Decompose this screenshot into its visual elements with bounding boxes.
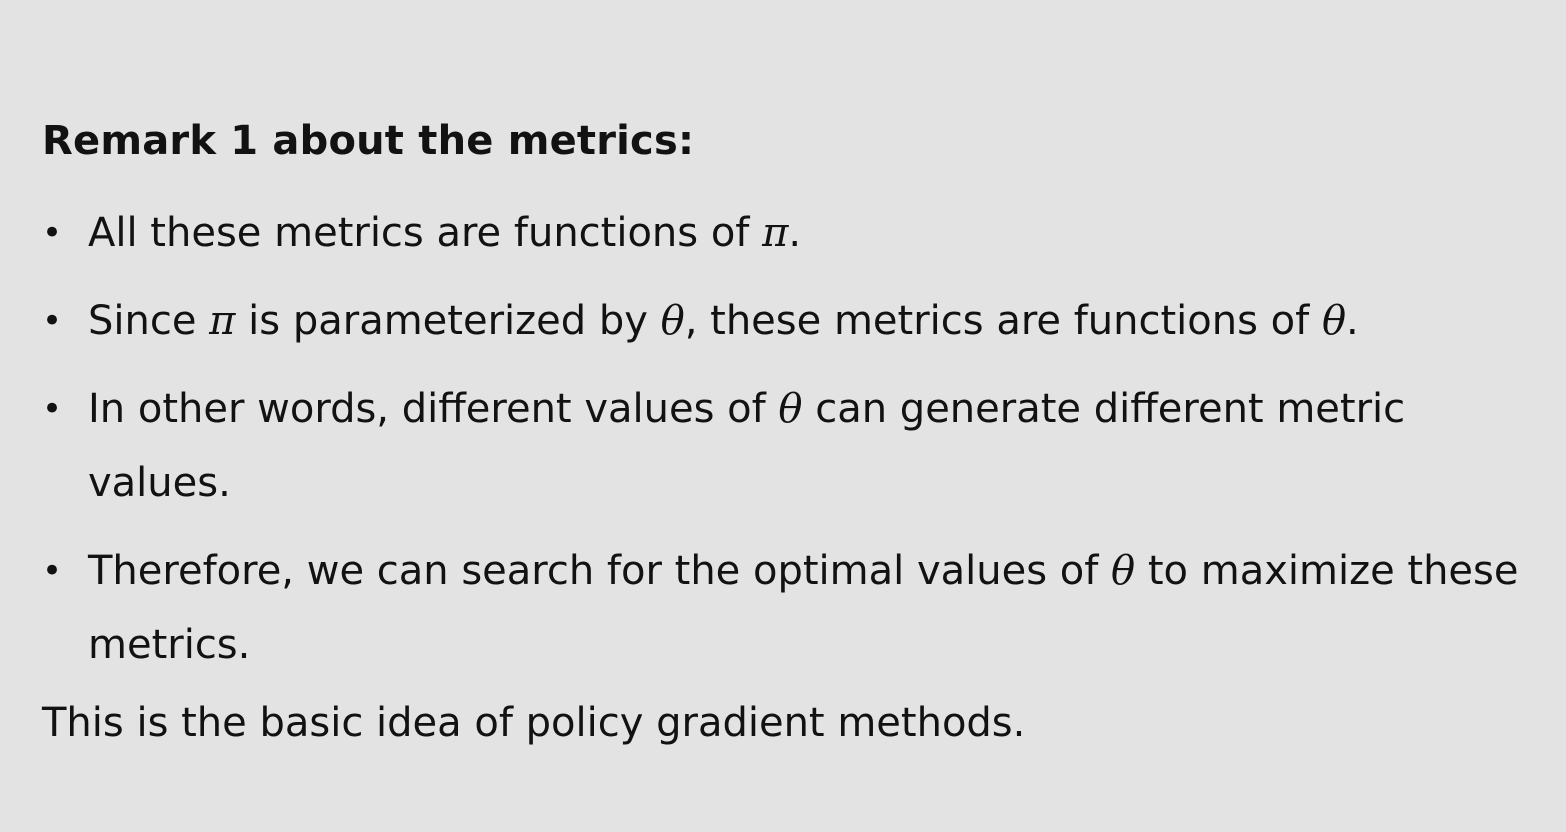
bullet-item: • In other words, different values of θ … <box>42 372 1522 520</box>
bullet-item: • All these metrics are functions of π. <box>42 196 1522 270</box>
closing-statement: This is the basic idea of policy gradien… <box>42 700 1026 746</box>
bullet-text-segment: All these metrics are functions of <box>88 210 763 256</box>
bullet-dot-icon: • <box>42 213 63 253</box>
bullet-text-segment: Since <box>88 298 210 344</box>
bullet-item: • Since π is parameterized by θ, these m… <box>42 284 1522 358</box>
math-symbol-theta: θ <box>660 298 685 344</box>
bullet-text-segment: . <box>1346 298 1359 344</box>
bullet-text-segment: is parameterized by <box>235 298 661 344</box>
math-symbol-theta: θ <box>1321 298 1347 344</box>
remark-heading: Remark 1 about the metrics: <box>42 118 695 164</box>
bullet-text-segment: . <box>788 210 802 256</box>
slide: Remark 1 about the metrics: • All these … <box>0 0 1566 832</box>
bullet-text: Since π is parameterized by θ, these met… <box>88 284 1522 358</box>
math-symbol-pi: π <box>762 210 789 256</box>
bullet-dot-icon: • <box>42 389 63 429</box>
bullet-text-segment: In other words, different values of <box>88 386 779 432</box>
math-symbol-theta: θ <box>778 386 803 432</box>
bullet-text: In other words, different values of θ ca… <box>88 372 1522 520</box>
bullet-dot-icon: • <box>42 551 63 591</box>
bullet-text-segment: Therefore, we can search for the optimal… <box>88 548 1112 594</box>
bullet-text-segment: , these metrics are functions of <box>684 298 1322 344</box>
bullet-dot-icon: • <box>42 301 63 341</box>
math-symbol-pi: π <box>209 298 236 344</box>
bullet-text: Therefore, we can search for the optimal… <box>88 534 1522 682</box>
math-symbol-theta: θ <box>1111 548 1136 594</box>
bullet-item: • Therefore, we can search for the optim… <box>42 534 1522 682</box>
bullet-text: All these metrics are functions of π. <box>88 196 1522 270</box>
